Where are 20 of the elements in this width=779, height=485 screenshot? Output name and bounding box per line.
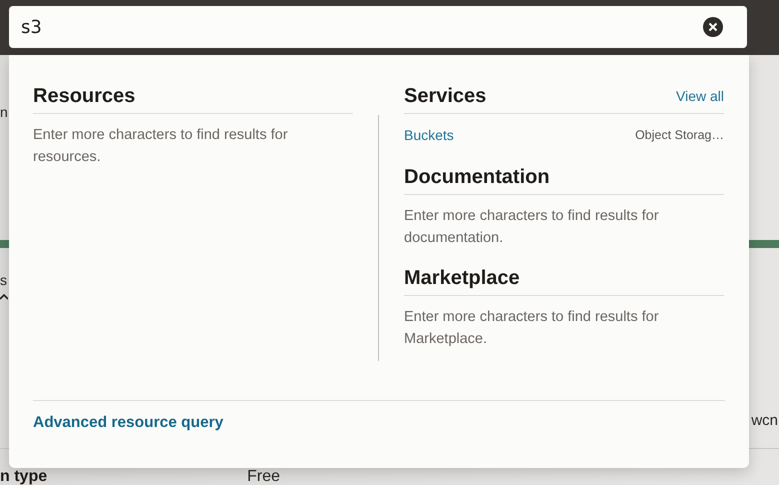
search-bar[interactable]: s3 [9,6,747,48]
field-value: Free [247,468,282,485]
section-heading: Marketplace [404,266,520,290]
field-label: n type [0,468,48,485]
section-heading: Documentation [404,166,550,188]
section-heading: Resources [33,84,136,108]
search-field[interactable]: s3 [19,16,703,38]
value-text: wcn [751,412,778,428]
tab-label: s [0,272,7,288]
clear-icon[interactable] [703,17,723,37]
hint-text: Enter more characters to find results for Marketplace. [404,308,660,349]
section-heading: Services [404,84,486,108]
hint-text: Enter more characters to find results for resources. [33,126,289,167]
service-link[interactable]: Buckets [404,127,454,143]
hint-text: Enter more characters to find results for documentation. [404,207,660,248]
chevron-icon [0,293,8,301]
advanced-query-link[interactable]: Advanced resource query [33,414,224,431]
service-category: Object Storag… [635,128,724,142]
view-all-link[interactable]: View all [676,88,724,104]
breadcrumb-text: n [0,104,8,120]
